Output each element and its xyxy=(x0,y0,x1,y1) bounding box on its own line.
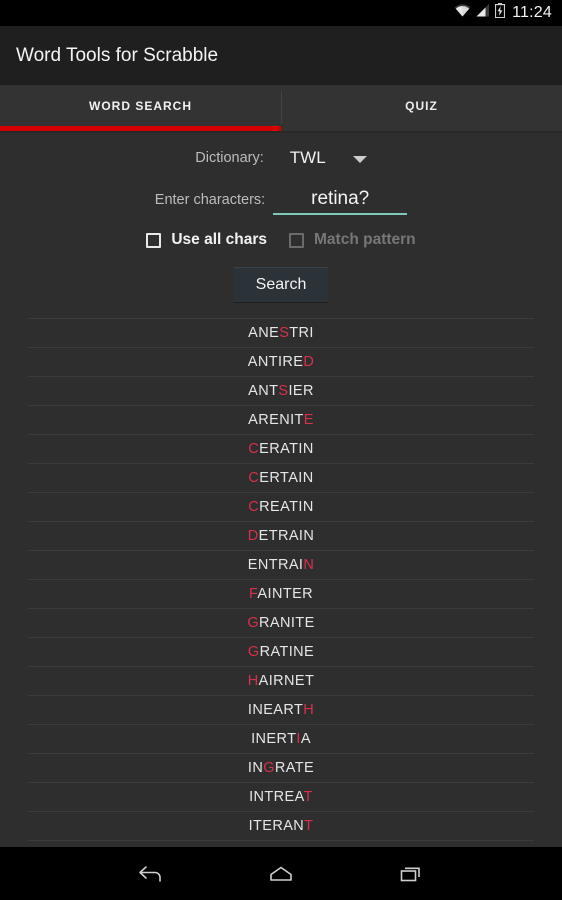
result-word: DETRAIN xyxy=(247,528,315,544)
home-icon[interactable] xyxy=(259,852,303,896)
blank-letter: C xyxy=(248,441,260,457)
table-row[interactable]: GRANITE xyxy=(28,609,534,638)
result-word: INEARTH xyxy=(247,702,315,718)
table-row[interactable]: FAINTER xyxy=(28,580,534,609)
tab-word-search[interactable]: WORD SEARCH xyxy=(0,85,281,126)
blank-letter: C xyxy=(248,470,260,486)
blank-letter: S xyxy=(278,383,289,399)
tab-active-indicator xyxy=(0,126,281,131)
signal-icon xyxy=(476,4,490,22)
table-row[interactable]: ANTSIER xyxy=(28,377,534,406)
blank-letter: C xyxy=(248,499,260,515)
search-button[interactable]: Search xyxy=(233,267,329,302)
app-screen: 11:24 Word Tools for Scrabble WORD SEARC… xyxy=(0,0,562,900)
table-row[interactable]: ARENITE xyxy=(28,406,534,435)
table-row[interactable]: HAIRNET xyxy=(28,667,534,696)
blank-letter: D xyxy=(247,528,259,544)
blank-letter: T xyxy=(303,789,313,805)
recents-icon[interactable] xyxy=(389,852,433,896)
result-word: ARENITE xyxy=(248,412,314,428)
app-bar: Word Tools for Scrabble xyxy=(0,26,562,85)
table-row[interactable]: ITERANT xyxy=(28,812,534,841)
result-word: HAIRNET xyxy=(247,673,315,689)
result-word: INERTIA xyxy=(251,731,311,747)
result-word: CERTAIN xyxy=(248,470,314,486)
blank-letter: T xyxy=(304,818,314,834)
result-word: GRATINE xyxy=(247,644,315,660)
characters-row: Enter characters: retina? xyxy=(0,188,562,215)
table-row[interactable]: INEARTH xyxy=(28,696,534,725)
wifi-icon xyxy=(454,4,471,22)
characters-input[interactable]: retina? xyxy=(273,188,408,215)
search-button-row: Search xyxy=(0,267,562,302)
dictionary-row: Dictionary: TWL xyxy=(0,148,562,168)
tab-bar: WORD SEARCH QUIZ xyxy=(0,85,562,126)
blank-letter: H xyxy=(303,702,315,718)
table-row[interactable]: INTREAT xyxy=(28,783,534,812)
table-row[interactable]: ANTIRED xyxy=(28,348,534,377)
blank-letter: G xyxy=(247,615,260,631)
status-bar-icons xyxy=(454,3,506,23)
status-bar-clock: 11:24 xyxy=(512,4,552,21)
table-row[interactable]: ENTRAIN xyxy=(28,551,534,580)
status-bar: 11:24 xyxy=(0,0,562,26)
checkbox-use-all-chars-box xyxy=(146,232,162,248)
table-row[interactable]: CERTAIN xyxy=(28,464,534,493)
checkbox-match-pattern: Match pattern xyxy=(289,231,416,249)
tab-quiz-label: QUIZ xyxy=(405,98,438,113)
app-title: Word Tools for Scrabble xyxy=(16,44,219,66)
checkbox-use-all-chars[interactable]: Use all chars xyxy=(146,231,267,249)
blank-letter: E xyxy=(303,412,314,428)
tab-indicator-track xyxy=(0,126,562,131)
back-icon[interactable] xyxy=(129,852,173,896)
dictionary-label: Dictionary: xyxy=(195,150,264,166)
characters-input-value: retina? xyxy=(311,188,370,209)
result-word: INTREAT xyxy=(249,789,313,805)
table-row[interactable]: INERTIA xyxy=(28,725,534,754)
checkbox-use-all-chars-label: Use all chars xyxy=(171,231,268,248)
result-word: ENTRAIN xyxy=(247,557,315,573)
dictionary-select[interactable]: TWL xyxy=(290,148,326,168)
result-word: ANTSIER xyxy=(248,383,314,399)
result-word: GRANITE xyxy=(247,615,315,631)
blank-letter: G xyxy=(247,644,260,660)
result-word: ANESTRI xyxy=(248,325,314,341)
result-word: CREATIN xyxy=(248,499,314,515)
android-nav-bar xyxy=(0,847,562,900)
checkbox-match-pattern-box xyxy=(289,232,305,248)
search-form: Dictionary: TWL Enter characters: retina… xyxy=(0,134,562,302)
table-row[interactable]: ANESTRI xyxy=(28,318,534,348)
blank-letter: H xyxy=(247,673,259,689)
result-word: ANTIRED xyxy=(247,354,315,370)
result-word: CERATIN xyxy=(248,441,314,457)
checkbox-match-pattern-label: Match pattern xyxy=(314,231,416,248)
blank-letter: G xyxy=(263,760,275,776)
table-row[interactable]: CERATIN xyxy=(28,435,534,464)
table-row[interactable]: GRATINE xyxy=(28,638,534,667)
table-row[interactable]: CREATIN xyxy=(28,493,534,522)
results-list[interactable]: ANESTRI ANTIRED ANTSIER ARENITE CERATIN CERTA… xyxy=(0,318,562,841)
characters-label: Enter characters: xyxy=(154,192,266,208)
options-row: Use all chars Match pattern xyxy=(0,231,562,249)
table-row[interactable]: DETRAIN xyxy=(28,522,534,551)
blank-letter: D xyxy=(303,354,315,370)
blank-letter: S xyxy=(279,325,290,341)
table-row[interactable]: INGRATE xyxy=(28,754,534,783)
result-word: ITERANT xyxy=(248,818,314,834)
tab-quiz[interactable]: QUIZ xyxy=(281,85,562,126)
blank-letter: N xyxy=(303,557,315,573)
battery-charging-icon xyxy=(495,3,506,23)
chevron-down-icon[interactable] xyxy=(352,155,367,163)
result-word: FAINTER xyxy=(248,586,314,602)
result-word: INGRATE xyxy=(247,760,315,776)
tab-word-search-label: WORD SEARCH xyxy=(89,98,192,113)
